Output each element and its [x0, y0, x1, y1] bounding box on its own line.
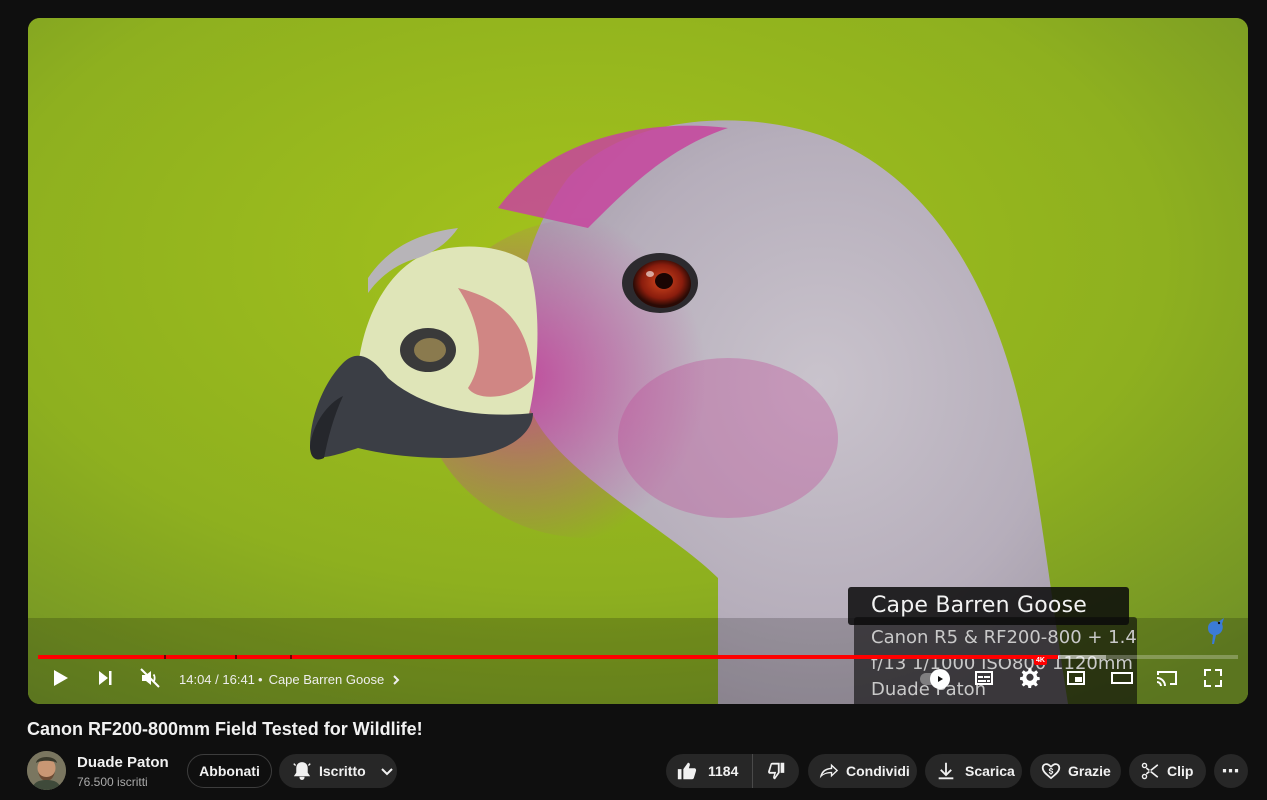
clip-label: Clip: [1167, 763, 1194, 779]
fullscreen-icon: [1204, 669, 1222, 687]
like-button[interactable]: 1184: [666, 754, 753, 788]
autoplay-toggle[interactable]: [918, 669, 954, 689]
subscribed-button[interactable]: Iscritto: [279, 754, 397, 788]
thumbs-down-icon: [768, 762, 785, 780]
thumbs-up-icon: [677, 762, 697, 780]
channel-watermark-icon[interactable]: [1202, 610, 1228, 646]
chevron-down-icon: [380, 768, 393, 776]
theater-icon: [1111, 672, 1133, 684]
miniplayer-button[interactable]: [1058, 660, 1094, 696]
mute-button[interactable]: [132, 660, 168, 696]
share-label: Condividi: [846, 763, 910, 779]
share-button[interactable]: Condividi: [808, 754, 917, 788]
settings-button[interactable]: [1012, 660, 1048, 696]
play-icon: [54, 670, 68, 686]
cast-button[interactable]: [1149, 660, 1185, 696]
theater-mode-button[interactable]: [1104, 660, 1140, 696]
mute-icon: [140, 668, 160, 688]
subscribed-label: Iscritto: [319, 763, 366, 779]
chapter-separator: •: [258, 672, 263, 687]
join-button[interactable]: Abbonati: [187, 754, 272, 788]
caption-title: Cape Barren Goose: [848, 587, 1129, 625]
subtitles-button[interactable]: [966, 660, 1002, 696]
time-display: 14:04 / 16:41: [179, 672, 255, 687]
dislike-button[interactable]: [753, 754, 799, 788]
more-icon: ⋯: [1221, 760, 1241, 781]
download-button[interactable]: Scarica: [925, 754, 1022, 788]
scissors-icon: [1141, 762, 1159, 780]
subscriber-count: 76.500 iscritti: [77, 775, 148, 789]
quality-badge: 4K: [1034, 656, 1047, 665]
chapter-button[interactable]: • Cape Barren Goose: [258, 672, 402, 687]
download-label: Scarica: [965, 763, 1015, 779]
more-actions-button[interactable]: ⋯: [1214, 754, 1248, 788]
join-label: Abbonati: [199, 763, 260, 779]
fullscreen-button[interactable]: [1195, 660, 1231, 696]
play-icon: [938, 676, 943, 682]
channel-avatar[interactable]: [27, 751, 66, 790]
chapter-title: Cape Barren Goose: [268, 672, 385, 687]
subtitles-icon: [975, 671, 993, 685]
thanks-button[interactable]: Grazie: [1030, 754, 1121, 788]
gear-icon: [1020, 668, 1040, 689]
like-count: 1184: [708, 763, 739, 779]
thanks-label: Grazie: [1068, 763, 1111, 779]
caption-line: Canon R5 & RF200-800 + 1.4: [871, 627, 1137, 648]
clip-button[interactable]: Clip: [1129, 754, 1206, 788]
heart-dollar-icon: [1041, 763, 1061, 780]
avatar-image: [27, 751, 66, 790]
next-icon: [99, 671, 112, 685]
video-title: Canon RF200-800mm Field Tested for Wildl…: [27, 719, 423, 739]
video-player[interactable]: Canon R5 & RF200-800 + 1.4 f/13 1/1000 I…: [28, 18, 1248, 704]
player-controls: 14:04 / 16:41 • Cape Barren Goose 4K: [28, 656, 1248, 704]
download-icon: [938, 762, 954, 780]
next-button[interactable]: [87, 660, 123, 696]
autoplay-knob: [930, 669, 950, 689]
like-dislike-group: 1184: [666, 754, 799, 788]
channel-name[interactable]: Duade Paton: [77, 754, 169, 771]
miniplayer-icon: [1067, 671, 1085, 685]
share-icon: [819, 763, 839, 779]
play-button[interactable]: [42, 660, 78, 696]
cast-icon: [1157, 671, 1177, 686]
chevron-right-icon: [393, 674, 400, 685]
bell-icon: [293, 762, 311, 780]
